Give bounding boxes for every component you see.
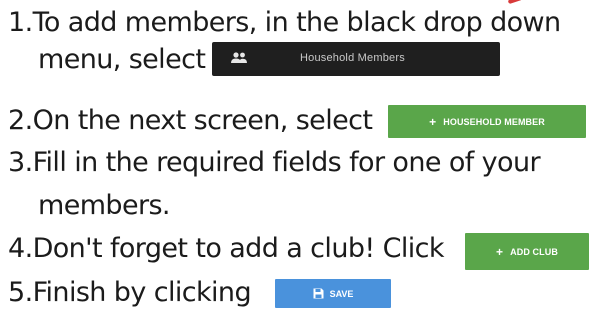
plus-icon: + — [429, 114, 437, 129]
step-text: Don't forget to add a club! Click — [32, 233, 445, 264]
step-1-line-1: 1.To add members, in the black drop down — [8, 6, 561, 40]
save-button[interactable]: SAVE — [275, 279, 391, 308]
household-members-label: Household Members — [300, 52, 405, 64]
add-club-label: ADD CLUB — [510, 246, 558, 257]
step-number: 1. — [8, 7, 33, 38]
plus-icon: + — [496, 244, 504, 259]
step-1-line-2: menu, select — [38, 43, 206, 77]
floppy-disk-icon — [313, 288, 324, 299]
step-2: 2.On the next screen, select — [8, 104, 373, 138]
add-club-button[interactable]: + ADD CLUB — [465, 233, 589, 270]
step-3-line-1: 3.Fill in the required fields for one of… — [8, 146, 541, 180]
add-household-member-label: HOUSEHOLD MEMBER — [443, 116, 545, 127]
step-5: 5.Finish by clicking — [8, 276, 252, 310]
add-household-member-button[interactable]: + HOUSEHOLD MEMBER — [388, 105, 586, 138]
step-number: 2. — [8, 105, 33, 136]
people-icon — [231, 52, 247, 63]
step-text: Finish by clicking — [32, 277, 252, 308]
step-4: 4.Don't forget to add a club! Click — [8, 232, 445, 266]
step-3-line-2: members. — [38, 189, 171, 223]
save-label: SAVE — [329, 288, 354, 299]
step-text: To add members, in the black drop down — [32, 7, 562, 38]
step-text: menu, select — [38, 44, 206, 75]
step-number: 5. — [8, 277, 33, 308]
step-text: members. — [38, 190, 171, 221]
step-text: On the next screen, select — [32, 105, 373, 136]
step-text: Fill in the required fields for one of y… — [32, 147, 541, 178]
step-number: 3. — [8, 147, 33, 178]
step-number: 4. — [8, 233, 33, 264]
red-pen-mark — [507, 0, 523, 5]
household-members-menu-item[interactable]: Household Members — [212, 42, 500, 76]
